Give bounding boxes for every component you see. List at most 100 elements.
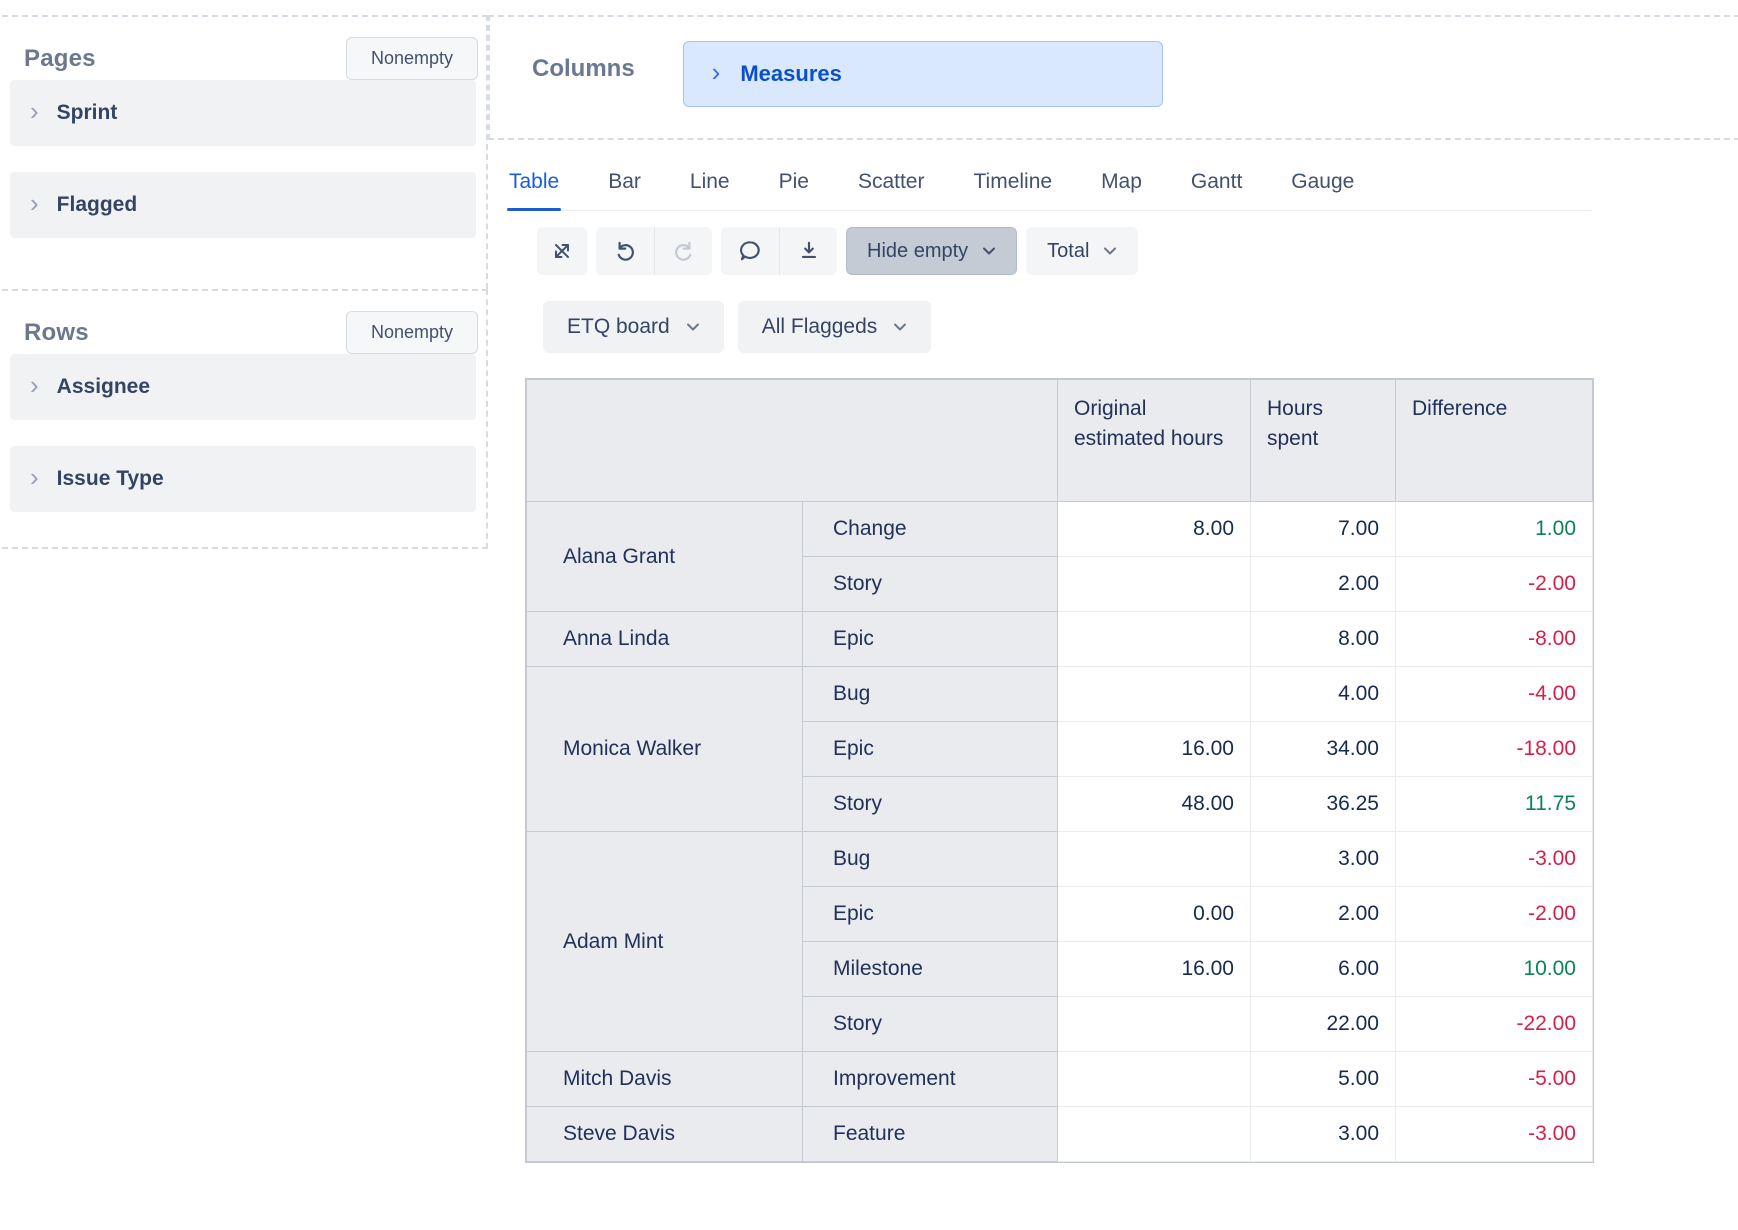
original-estimated-hours-cell[interactable]: 16.00 [1058, 942, 1251, 997]
rows-item-issue-type[interactable]: › Issue Type [10, 446, 476, 512]
filter-bar: ETQ board All Flaggeds [543, 301, 931, 353]
original-estimated-hours-cell[interactable]: 48.00 [1058, 777, 1251, 832]
original-estimated-hours-cell[interactable] [1058, 997, 1251, 1052]
original-estimated-hours-cell[interactable]: 0.00 [1058, 887, 1251, 942]
maximize-group [537, 227, 587, 275]
tab-gantt[interactable]: Gantt [1189, 168, 1244, 210]
issue-type-cell[interactable]: Story [803, 557, 1058, 612]
difference-cell[interactable]: 11.75 [1396, 777, 1593, 832]
assignee-cell[interactable]: Monica Walker [527, 667, 803, 832]
assignee-cell[interactable]: Adam Mint [527, 832, 803, 1052]
difference-cell[interactable]: -4.00 [1396, 667, 1593, 722]
issue-type-cell[interactable]: Change [803, 502, 1058, 557]
assignee-cell[interactable]: Anna Linda [527, 612, 803, 667]
original-estimated-hours-cell[interactable]: 16.00 [1058, 722, 1251, 777]
issue-type-cell[interactable]: Story [803, 777, 1058, 832]
tab-map[interactable]: Map [1099, 168, 1144, 210]
issue-type-cell[interactable]: Epic [803, 612, 1058, 667]
total-dropdown[interactable]: Total [1026, 227, 1138, 275]
chevron-down-icon [982, 246, 996, 256]
table-row: Adam MintBug3.00-3.00 [527, 832, 1593, 887]
hours-spent-cell[interactable]: 34.00 [1251, 722, 1396, 777]
original-estimated-hours-cell[interactable]: 8.00 [1058, 502, 1251, 557]
undo-icon [612, 238, 638, 264]
columns-title: Columns [532, 55, 635, 83]
issue-type-cell[interactable]: Milestone [803, 942, 1058, 997]
columns-section: Columns › Measures [488, 15, 1738, 140]
difference-cell[interactable]: 10.00 [1396, 942, 1593, 997]
issue-type-cell[interactable]: Improvement [803, 1052, 1058, 1107]
rows-title: Rows [24, 319, 89, 347]
maximize-button[interactable] [537, 227, 587, 275]
difference-cell[interactable]: -5.00 [1396, 1052, 1593, 1107]
tab-timeline[interactable]: Timeline [971, 168, 1054, 210]
redo-button[interactable] [654, 227, 712, 275]
undo-button[interactable] [596, 227, 654, 275]
tab-gauge[interactable]: Gauge [1289, 168, 1356, 210]
hours-spent-cell[interactable]: 7.00 [1251, 502, 1396, 557]
tab-line[interactable]: Line [688, 168, 732, 210]
rows-nonempty-button[interactable]: Nonempty [346, 311, 478, 354]
pages-nonempty-button[interactable]: Nonempty [346, 37, 478, 80]
redo-icon [671, 238, 697, 264]
issue-type-cell[interactable]: Bug [803, 667, 1058, 722]
issue-type-cell[interactable]: Feature [803, 1107, 1058, 1162]
hours-spent-cell[interactable]: 22.00 [1251, 997, 1396, 1052]
hours-spent-cell[interactable]: 5.00 [1251, 1052, 1396, 1107]
hide-empty-label: Hide empty [867, 240, 968, 263]
export-button[interactable] [779, 227, 837, 275]
original-estimated-hours-cell[interactable] [1058, 1052, 1251, 1107]
column-header-difference[interactable]: Difference [1396, 380, 1593, 502]
original-estimated-hours-cell[interactable] [1058, 667, 1251, 722]
difference-cell[interactable]: -2.00 [1396, 557, 1593, 612]
difference-cell[interactable]: -3.00 [1396, 832, 1593, 887]
issue-type-cell[interactable]: Bug [803, 832, 1058, 887]
pages-item-flagged[interactable]: › Flagged [10, 172, 476, 238]
comment-export-group [721, 227, 837, 275]
chevron-right-icon: › [30, 98, 39, 124]
original-estimated-hours-cell[interactable] [1058, 612, 1251, 667]
undo-redo-group [596, 227, 712, 275]
hours-spent-cell[interactable]: 4.00 [1251, 667, 1396, 722]
assignee-cell[interactable]: Mitch Davis [527, 1052, 803, 1107]
hours-spent-cell[interactable]: 8.00 [1251, 612, 1396, 667]
original-estimated-hours-cell[interactable] [1058, 832, 1251, 887]
difference-cell[interactable]: 1.00 [1396, 502, 1593, 557]
dimension-label: Measures [740, 61, 842, 87]
hours-spent-cell[interactable]: 2.00 [1251, 557, 1396, 612]
tab-table[interactable]: Table [507, 168, 561, 210]
difference-cell[interactable]: -2.00 [1396, 887, 1593, 942]
pages-item-sprint[interactable]: › Sprint [10, 80, 476, 146]
total-label: Total [1047, 240, 1089, 263]
issue-type-cell[interactable]: Story [803, 997, 1058, 1052]
hours-spent-cell[interactable]: 3.00 [1251, 832, 1396, 887]
hours-spent-cell[interactable]: 6.00 [1251, 942, 1396, 997]
difference-cell[interactable]: -22.00 [1396, 997, 1593, 1052]
assignee-cell[interactable]: Alana Grant [527, 502, 803, 612]
column-header-hours-spent[interactable]: Hours spent [1251, 380, 1396, 502]
tab-scatter[interactable]: Scatter [856, 168, 927, 210]
tab-bar[interactable]: Bar [606, 168, 643, 210]
assignee-cell[interactable]: Steve Davis [527, 1107, 803, 1162]
columns-item-measures[interactable]: › Measures [683, 41, 1163, 107]
original-estimated-hours-cell[interactable] [1058, 1107, 1251, 1162]
difference-cell[interactable]: -18.00 [1396, 722, 1593, 777]
tab-pie[interactable]: Pie [777, 168, 811, 210]
hours-spent-cell[interactable]: 36.25 [1251, 777, 1396, 832]
difference-cell[interactable]: -8.00 [1396, 612, 1593, 667]
comment-button[interactable] [721, 227, 779, 275]
sprint-filter-dropdown[interactable]: ETQ board [543, 301, 724, 353]
difference-cell[interactable]: -3.00 [1396, 1107, 1593, 1162]
report-builder: Pages Nonempty › Sprint › Flagged Rows N… [0, 0, 1738, 1230]
hours-spent-cell[interactable]: 3.00 [1251, 1107, 1396, 1162]
hide-empty-dropdown[interactable]: Hide empty [846, 227, 1017, 275]
original-estimated-hours-cell[interactable] [1058, 557, 1251, 612]
download-icon [796, 238, 822, 264]
issue-type-cell[interactable]: Epic [803, 722, 1058, 777]
hours-spent-cell[interactable]: 2.00 [1251, 887, 1396, 942]
pages-section: Pages Nonempty › Sprint › Flagged [0, 15, 488, 289]
issue-type-cell[interactable]: Epic [803, 887, 1058, 942]
rows-item-assignee[interactable]: › Assignee [10, 354, 476, 420]
column-header-original-estimated-hours[interactable]: Original estimated hours [1058, 380, 1251, 502]
flagged-filter-dropdown[interactable]: All Flaggeds [738, 301, 932, 353]
